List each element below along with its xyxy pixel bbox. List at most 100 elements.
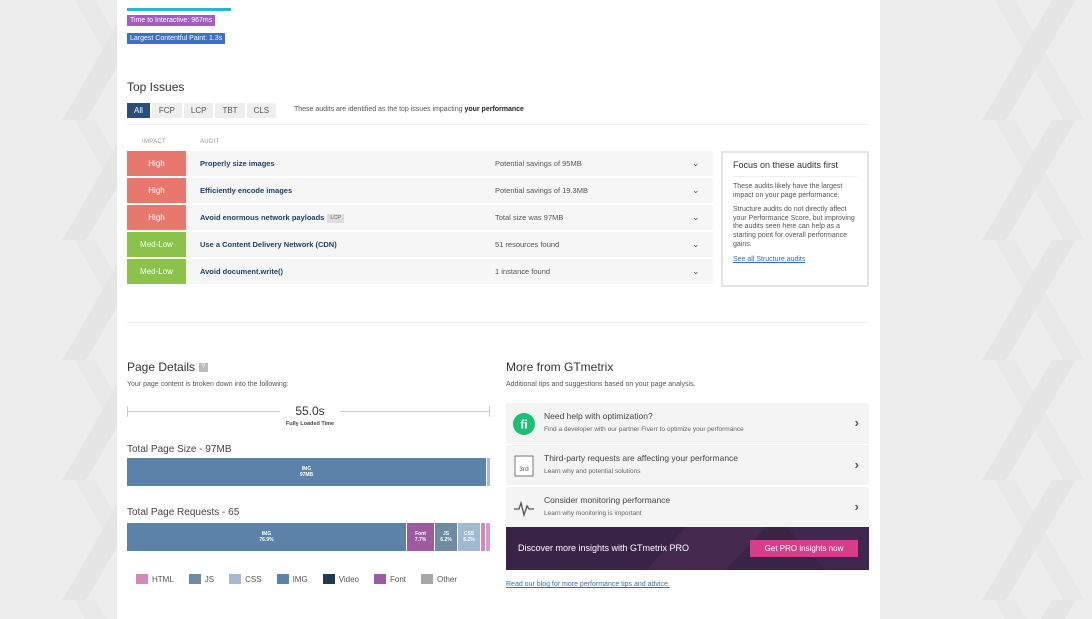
bar-segment: CSS 6.2%: [458, 523, 480, 551]
column-header-audit: AUDIT: [200, 139, 220, 145]
bar-segment: Font 7.7%: [407, 523, 434, 551]
chevron-down-icon[interactable]: ⌄: [692, 259, 700, 284]
page-requests-bar: IMG 76.9% Font 7.7% JS 6.2% CSS 6.2%: [127, 523, 491, 551]
monitoring-pulse-icon: [514, 500, 534, 518]
more-item-desc: Find a developer with our partner Fiverr…: [544, 426, 744, 433]
report-panel: Time to Interactive: 967ms Largest Conte…: [117, 0, 880, 619]
audit-detail: Total size was 97MB: [495, 213, 564, 222]
tab-tbt[interactable]: TBT: [215, 103, 245, 118]
tab-cls[interactable]: CLS: [246, 103, 277, 118]
legend-label: HTML: [152, 574, 174, 584]
legend-label: Other: [437, 574, 458, 584]
third-party-icon: 3rd: [514, 455, 534, 477]
audit-name-link[interactable]: Efficiently encode images: [200, 178, 292, 203]
audit-detail: Potential savings of 95MB: [495, 159, 582, 168]
total-page-requests-title: Total Page Requests - 65: [127, 507, 240, 518]
metric-time-to-interactive: Time to Interactive: 967ms: [127, 15, 216, 26]
more-item-third-party[interactable]: 3rd Third-party requests are affecting y…: [506, 444, 869, 485]
chevron-down-icon[interactable]: ⌄: [692, 205, 700, 230]
timeline-bar: [127, 8, 231, 11]
audit-row[interactable]: High Properly size images Potential saving…: [127, 151, 713, 177]
svg-text:fi: fi: [520, 418, 527, 432]
impact-badge: High: [127, 151, 186, 176]
impact-badge: High: [127, 205, 186, 230]
bar-segment: [486, 523, 490, 551]
audit-name-link[interactable]: Use a Content Delivery Network (CDN): [200, 232, 337, 257]
segment-value: 97MB: [299, 472, 314, 478]
audit-name-link[interactable]: Properly size images: [200, 151, 275, 176]
timeline-start-cap: [127, 406, 128, 417]
segment-value: 7.7%: [414, 537, 427, 543]
more-item-optimization-help[interactable]: fi Need help with optimization? Find a d…: [506, 403, 869, 444]
legend-swatch: [136, 574, 148, 584]
legend-swatch: [421, 574, 434, 584]
page-size-bar: IMG 97MB: [127, 458, 491, 486]
legend-label: JS: [204, 574, 215, 584]
bar-segment: [487, 458, 490, 486]
bar-segment: IMG 76.9%: [127, 523, 406, 551]
legend-swatch: [322, 574, 335, 584]
column-header-impact: IMPACT: [142, 139, 167, 145]
legend-label: CSS: [245, 574, 262, 584]
more-item-title: Consider monitoring performance: [544, 495, 671, 505]
legend-item: CSS: [229, 574, 262, 584]
svg-text:3rd: 3rd: [519, 466, 529, 473]
top-issues-title: Top Issues: [127, 80, 185, 94]
focus-text-structure: Structure audits do not directly affect …: [733, 206, 855, 248]
chevron-down-icon[interactable]: ⌄: [692, 178, 700, 203]
impact-badge: Med-Low: [127, 259, 186, 284]
more-item-title: Third-party requests are affecting your …: [544, 453, 739, 463]
legend-swatch: [276, 574, 289, 584]
metric-largest-contentful-paint: Largest Contentful Paint: 1.3s: [127, 33, 226, 44]
legend-label: Font: [390, 574, 407, 584]
audit-row[interactable]: High Efficiently encode images Potential s…: [127, 178, 713, 204]
impact-badge: Med-Low: [127, 232, 186, 257]
chevron-down-icon[interactable]: ⌄: [692, 232, 700, 257]
bar-segment: JS 6.2%: [435, 523, 457, 551]
legend-item: Font: [374, 574, 406, 584]
audit-name-link[interactable]: Avoid document.write(): [200, 259, 283, 284]
content-type-legend: HTML JS CSS IMG Video Font Other: [136, 574, 472, 584]
help-icon[interactable]: ?: [199, 363, 209, 373]
lcp-tag: LCP: [327, 213, 345, 223]
more-item-title: Need help with optimization?: [544, 411, 653, 421]
chevron-right-icon: ›: [854, 415, 859, 430]
audit-detail: 51 resources found: [495, 240, 560, 249]
see-all-structure-audits-link[interactable]: See all Structure audits: [733, 256, 857, 263]
audit-name-link[interactable]: Avoid enormous network payloads LCP: [200, 205, 345, 230]
more-item-desc: Learn why and potential solutions: [544, 468, 641, 475]
legend-swatch: [188, 574, 201, 584]
legend-item: Video: [322, 574, 359, 584]
blog-link[interactable]: Read our blog for more performance tips …: [506, 581, 670, 588]
audit-row[interactable]: High Avoid enormous network payloads LCP To…: [127, 205, 713, 231]
focus-title: Focus on these audits first: [733, 160, 857, 177]
tab-fcp[interactable]: FCP: [151, 103, 182, 118]
pro-banner: Discover more insights with GTmetrix PRO…: [506, 527, 869, 570]
tab-all[interactable]: All: [127, 103, 150, 118]
more-title: More from GTmetrix: [506, 360, 614, 374]
audit-row[interactable]: Med-Low Avoid document.write() 1 instance …: [127, 259, 713, 285]
segment-value: 6.2%: [440, 537, 452, 543]
segment-value: 76.9%: [259, 537, 274, 543]
get-pro-insights-button[interactable]: Get PRO insights now: [750, 540, 858, 557]
chevron-right-icon: ›: [854, 499, 859, 514]
section-divider: [127, 322, 869, 323]
audit-detail: Potential savings of 19.3MB: [495, 186, 588, 195]
tab-lcp[interactable]: LCP: [183, 103, 214, 118]
audit-detail: 1 instance found: [495, 267, 551, 276]
legend-item: IMG: [276, 574, 308, 584]
fully-loaded-value: 55.0s: [280, 404, 340, 418]
top-issues-note: These audits are identified as the top i…: [294, 106, 524, 113]
total-page-size-title: Total Page Size - 97MB: [127, 444, 232, 455]
audit-row[interactable]: Med-Low Use a Content Delivery Network (C…: [127, 232, 713, 258]
more-item-monitoring[interactable]: Consider monitoring performance Learn wh…: [506, 486, 869, 527]
bar-segment: IMG 97MB: [127, 458, 486, 486]
fiverr-icon: fi: [513, 413, 535, 435]
legend-item: HTML: [136, 574, 174, 584]
chevron-right-icon: ›: [854, 457, 859, 472]
segment-value: 6.2%: [463, 537, 475, 543]
legend-label: IMG: [292, 574, 308, 584]
chevron-down-icon[interactable]: ⌄: [692, 151, 700, 176]
bar-segment: [481, 523, 485, 551]
legend-swatch: [229, 574, 242, 584]
